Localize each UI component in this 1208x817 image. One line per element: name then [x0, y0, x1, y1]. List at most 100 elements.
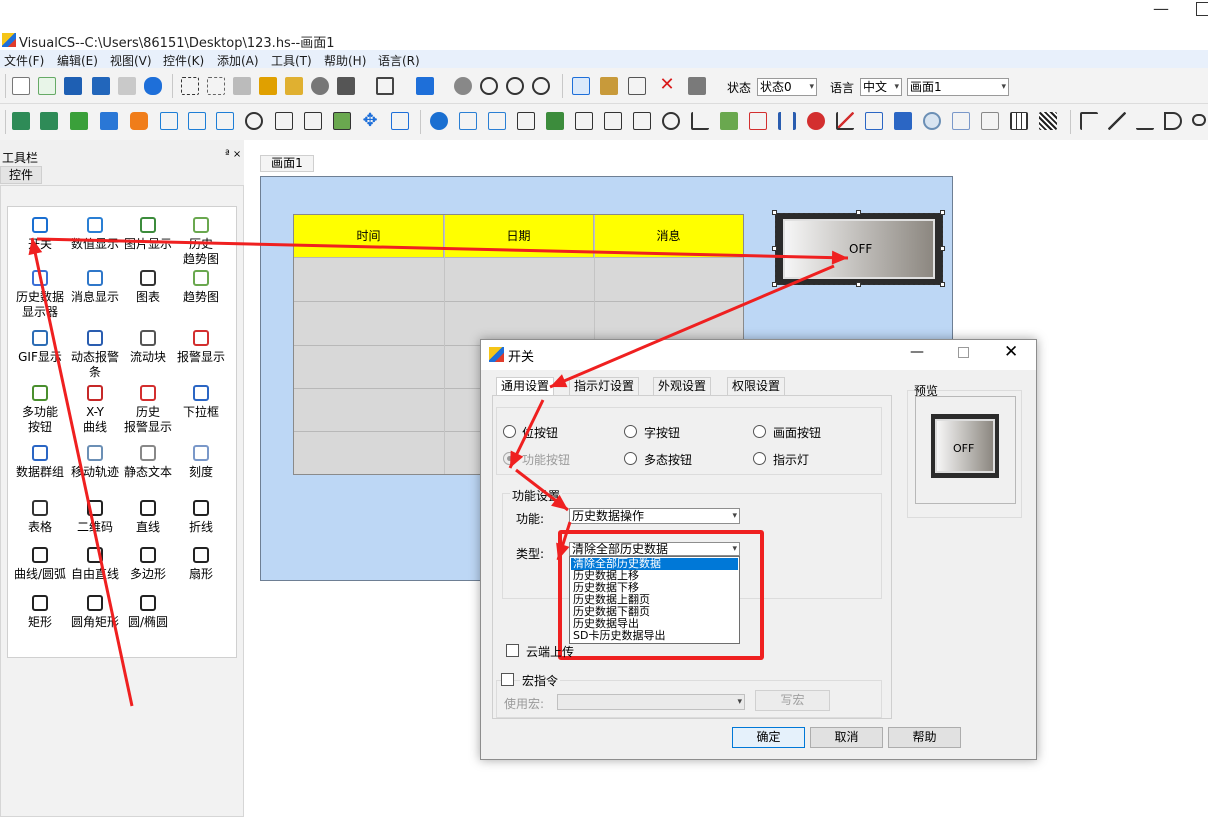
menu-controls[interactable]: 控件(K)	[163, 52, 204, 69]
resize-handle[interactable]	[856, 282, 861, 287]
palette-item[interactable]: 图片显示	[120, 217, 176, 252]
tab-indicator[interactable]: 指示灯设置	[569, 377, 640, 395]
new-page-icon[interactable]	[38, 77, 56, 95]
palette-item[interactable]: X-Y 曲线	[67, 385, 123, 435]
palette-item[interactable]: 历史数据 显示器	[12, 270, 68, 320]
resize-handle[interactable]	[772, 246, 777, 251]
flow-block-icon[interactable]	[633, 112, 651, 130]
tab-controls[interactable]: 控件	[0, 166, 42, 184]
palette-item[interactable]: 圆/椭圆	[120, 595, 176, 630]
palette-item[interactable]: 报警显示	[173, 330, 229, 365]
radio-screen-button[interactable]	[753, 425, 766, 438]
device-icon[interactable]	[100, 112, 118, 130]
fit-icon[interactable]	[391, 112, 409, 130]
scale-icon[interactable]	[952, 112, 970, 130]
open-icon[interactable]	[64, 77, 82, 95]
zoom-out-icon[interactable]	[532, 77, 550, 95]
script-2-icon[interactable]	[188, 112, 206, 130]
menu-file[interactable]: 文件(F)	[4, 52, 44, 69]
grid-icon[interactable]	[233, 77, 251, 95]
palette-item[interactable]: 动态报警条	[67, 330, 123, 380]
radio-word-button[interactable]	[624, 425, 637, 438]
history-trend-icon[interactable]	[604, 112, 622, 130]
size-icon[interactable]	[376, 77, 394, 95]
data-group-icon[interactable]	[894, 112, 912, 130]
download-icon[interactable]	[12, 112, 30, 130]
resize-handle[interactable]	[772, 282, 777, 287]
curve-icon[interactable]	[1164, 112, 1182, 130]
radio-bit-button[interactable]	[503, 425, 516, 438]
undo-icon[interactable]	[144, 77, 162, 95]
move-track-icon[interactable]	[923, 112, 941, 130]
palette-item[interactable]: 直线	[120, 500, 176, 535]
ungroup-icon[interactable]	[207, 77, 225, 95]
palette-item[interactable]: 消息显示	[67, 270, 123, 305]
upload-icon[interactable]	[40, 112, 58, 130]
palette-item[interactable]: 历史 报警显示	[120, 385, 176, 435]
palette-item[interactable]: 流动块	[120, 330, 176, 365]
palette-item[interactable]: 图表	[120, 270, 176, 305]
alarm-display-icon[interactable]	[807, 112, 825, 130]
palette-item[interactable]: 数值显示	[67, 217, 123, 252]
resize-handle[interactable]	[940, 246, 945, 251]
ellipse-icon[interactable]	[1192, 114, 1206, 126]
redo-icon[interactable]	[118, 77, 136, 95]
macro-checkbox[interactable]	[501, 673, 514, 686]
menu-view[interactable]: 视图(V)	[110, 52, 152, 69]
script-icon[interactable]	[160, 112, 178, 130]
contrast-icon[interactable]	[311, 77, 329, 95]
palette-item[interactable]: 多功能 按钮	[12, 385, 68, 435]
freeline-icon[interactable]	[1136, 112, 1154, 130]
new-file-icon[interactable]	[12, 77, 30, 95]
gif-icon[interactable]	[575, 112, 593, 130]
static-text-icon[interactable]	[981, 112, 999, 130]
xy-curve-icon[interactable]	[836, 112, 854, 130]
history-alarm-icon[interactable]	[749, 112, 767, 130]
panel-pin-close[interactable]: ª ×	[225, 149, 241, 160]
palette-item[interactable]: 下拉框	[173, 385, 229, 420]
ok-button[interactable]: 确定	[732, 727, 805, 748]
cancel-button[interactable]: 取消	[810, 727, 883, 748]
cut-icon[interactable]	[628, 77, 646, 95]
alarm-bar-icon[interactable]	[778, 112, 796, 130]
radio-indicator[interactable]	[753, 452, 766, 465]
palette-item[interactable]: 移动轨迹	[67, 445, 123, 480]
menu-help[interactable]: 帮助(H)	[324, 52, 366, 69]
lock-icon[interactable]	[259, 77, 277, 95]
copy-icon[interactable]	[572, 77, 590, 95]
trend-icon[interactable]	[691, 112, 709, 130]
tab-permission[interactable]: 权限设置	[727, 377, 786, 395]
tab-general[interactable]: 通用设置	[496, 377, 555, 395]
compile-icon[interactable]	[688, 77, 706, 95]
delete-icon[interactable]: ✕	[658, 76, 676, 94]
table-icon[interactable]	[1010, 112, 1028, 130]
unlock-icon[interactable]	[285, 77, 303, 95]
align-icon[interactable]	[337, 77, 355, 95]
palette-item[interactable]: 开关	[12, 217, 68, 252]
refresh-icon[interactable]	[130, 112, 148, 130]
layer-icon[interactable]	[416, 77, 434, 95]
palette-item[interactable]: 刻度	[173, 445, 229, 480]
line-icon[interactable]	[1108, 112, 1126, 130]
center-icon[interactable]	[454, 77, 472, 95]
palette-item[interactable]: 圆角矩形	[67, 595, 123, 630]
image-lib-icon[interactable]	[333, 112, 351, 130]
palette-item[interactable]: 静态文本	[120, 445, 176, 480]
write-macro-button[interactable]: 写宏	[755, 690, 830, 711]
paste-icon[interactable]	[600, 77, 618, 95]
menu-language[interactable]: 语言(R)	[378, 52, 420, 69]
zoom-icon[interactable]	[480, 77, 498, 95]
message-icon[interactable]	[488, 112, 506, 130]
recipe-icon[interactable]	[275, 112, 293, 130]
tab-appearance[interactable]: 外观设置	[653, 377, 712, 395]
up-arrow-icon[interactable]	[70, 112, 88, 130]
numeric-display-icon[interactable]	[459, 112, 477, 130]
language-select[interactable]: 中文 ▾	[860, 78, 902, 96]
gear-icon[interactable]	[245, 112, 263, 130]
palette-item[interactable]: 数据群组	[12, 445, 68, 480]
palette-item[interactable]: 矩形	[12, 595, 68, 630]
palette-item[interactable]: 扇形	[173, 547, 229, 582]
state-select[interactable]: 状态0 ▾	[757, 78, 817, 96]
picture-icon[interactable]	[546, 112, 564, 130]
help-button[interactable]: 帮助	[888, 727, 961, 748]
